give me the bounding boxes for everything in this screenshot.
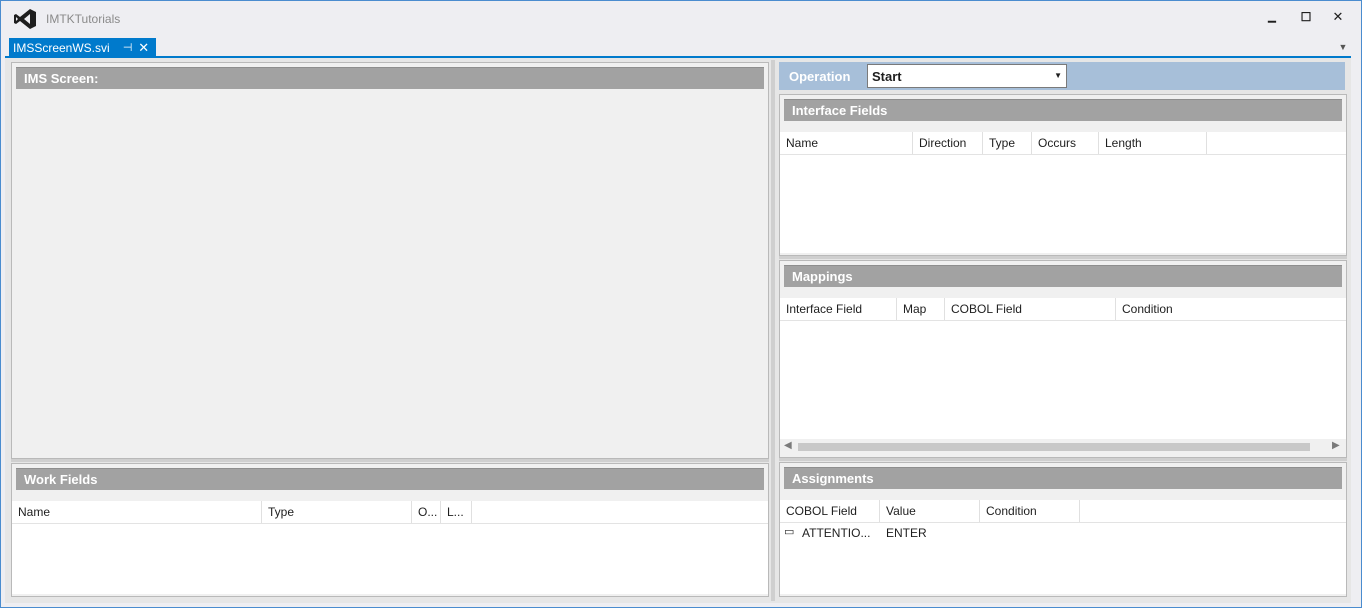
left-horizontal-splitter[interactable]: [11, 459, 769, 462]
cell-value: ENTER: [886, 526, 927, 540]
work-fields-grid-header: Name Type O... L...: [12, 501, 768, 524]
ims-screen-header: IMS Screen:: [16, 67, 764, 89]
col-value[interactable]: Value: [880, 500, 980, 522]
assignments-grid-header: COBOL Field Value Condition: [780, 500, 1346, 523]
tab-overflow-dropdown-icon[interactable]: ▼: [1337, 42, 1349, 52]
designer-content: IMS Screen: Work Fields Name Type O... L…: [5, 58, 1351, 603]
col-length[interactable]: Length: [1099, 132, 1207, 154]
col-condition[interactable]: Condition: [980, 500, 1080, 522]
maximize-button[interactable]: ☐: [1291, 5, 1321, 29]
operation-bar: Operation Start ▼: [779, 62, 1345, 90]
col-cobol-field[interactable]: COBOL Field: [945, 298, 1116, 320]
operation-selected-value: Start: [872, 68, 902, 84]
mappings-grid-header: Interface Field Map COBOL Field Conditio…: [780, 298, 1346, 321]
ims-screen-title: IMS Screen:: [24, 71, 99, 86]
interface-fields-grid-header: Name Direction Type Occurs Length: [780, 132, 1346, 155]
mappings-grid-body[interactable]: [780, 321, 1346, 439]
col-type[interactable]: Type: [983, 132, 1032, 154]
interface-fields-pane: Interface Fields Name Direction Type Occ…: [779, 94, 1347, 256]
minimize-button[interactable]: ▁: [1257, 5, 1287, 29]
col-interface-field[interactable]: Interface Field: [780, 298, 897, 320]
col-condition[interactable]: Condition: [1116, 298, 1346, 320]
col-map[interactable]: Map: [897, 298, 945, 320]
mappings-pane: Mappings Interface Field Map COBOL Field…: [779, 260, 1347, 458]
pin-icon[interactable]: ⊣: [120, 40, 136, 56]
tab-label: IMSScreenWS.svi: [13, 40, 110, 55]
operation-select[interactable]: Start ▼: [867, 64, 1067, 88]
scroll-right-icon[interactable]: ▶: [1332, 440, 1340, 451]
maximize-icon: ☐: [1300, 10, 1312, 24]
col-direction[interactable]: Direction: [913, 132, 983, 154]
app-title: IMTKTutorials: [46, 12, 121, 26]
col-occurs[interactable]: Occurs: [1032, 132, 1099, 154]
tab-imsscreenws[interactable]: IMSScreenWS.svi ⊣ ✕: [9, 38, 156, 57]
scroll-left-icon[interactable]: ◀: [784, 440, 792, 451]
interface-fields-title: Interface Fields: [792, 103, 888, 118]
collapse-icon[interactable]: ▭: [784, 525, 794, 538]
visual-studio-logo-icon: [13, 8, 37, 30]
mappings-header: Mappings: [784, 265, 1342, 287]
work-fields-pane: Work Fields Name Type O... L...: [11, 463, 769, 597]
right-bottom-splitter[interactable]: [779, 458, 1347, 461]
interface-fields-grid-body[interactable]: [780, 155, 1346, 253]
main-vertical-splitter[interactable]: [771, 60, 775, 601]
col-name[interactable]: Name: [12, 501, 262, 523]
work-fields-header: Work Fields: [16, 468, 764, 490]
ims-screen-pane: IMS Screen:: [11, 62, 769, 459]
col-occurs[interactable]: O...: [412, 501, 441, 523]
close-window-button[interactable]: ✕: [1323, 5, 1353, 29]
col-length[interactable]: L...: [441, 501, 472, 523]
work-fields-title: Work Fields: [24, 472, 98, 487]
assignments-grid-body[interactable]: ▭ ATTENTIO... ENTER: [780, 523, 1346, 594]
title-bar: IMTKTutorials ▁ ☐ ✕: [1, 1, 1361, 35]
assignments-title: Assignments: [792, 471, 874, 486]
col-cobol-field[interactable]: COBOL Field: [780, 500, 880, 522]
operation-label: Operation: [789, 69, 851, 84]
chevron-down-icon: ▼: [1054, 71, 1062, 80]
table-row[interactable]: ▭ ATTENTIO... ENTER: [780, 523, 1346, 543]
cell-cobol-field: ATTENTIO...: [802, 526, 871, 540]
tab-close-icon[interactable]: ✕: [136, 40, 152, 56]
minimize-icon: ▁: [1268, 11, 1276, 23]
col-name[interactable]: Name: [780, 132, 913, 154]
document-tab-bar: IMSScreenWS.svi ⊣ ✕: [1, 35, 1361, 57]
col-type[interactable]: Type: [262, 501, 412, 523]
mappings-title: Mappings: [792, 269, 853, 284]
mappings-horizontal-scrollbar[interactable]: ◀ ▶: [780, 439, 1346, 455]
scrollbar-thumb[interactable]: [798, 443, 1310, 451]
close-icon: ✕: [1332, 9, 1344, 24]
app-window: IMTKTutorials ▁ ☐ ✕ IMSScreenWS.svi ⊣ ✕ …: [0, 0, 1362, 608]
assignments-header: Assignments: [784, 467, 1342, 489]
work-fields-grid-body[interactable]: [12, 524, 768, 594]
assignments-pane: Assignments COBOL Field Value Condition …: [779, 462, 1347, 597]
interface-fields-header: Interface Fields: [784, 99, 1342, 121]
right-top-splitter[interactable]: [779, 256, 1347, 259]
